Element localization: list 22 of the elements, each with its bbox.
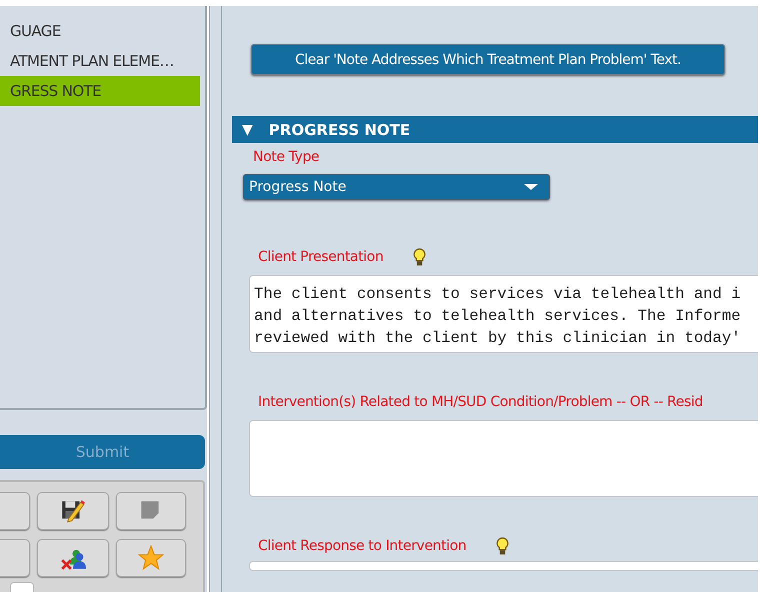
section-title: PROGRESS NOTE	[268, 120, 410, 138]
panel-splitter[interactable]	[209, 6, 222, 592]
edit-document-icon	[60, 498, 86, 524]
text-area[interactable]	[249, 561, 758, 571]
field-label: Note Type	[253, 149, 320, 165]
field-label: Client Presentation	[258, 249, 384, 265]
sidebar-item[interactable]: ATMENT PLAN ELEME…	[0, 46, 200, 76]
dropdown[interactable]: Progress Note	[243, 174, 550, 200]
lightbulb-icon[interactable]	[413, 248, 426, 266]
toolbar-button[interactable]	[37, 539, 109, 577]
lightbulb-icon[interactable]	[496, 536, 510, 556]
text-area[interactable]	[249, 420, 758, 497]
field-label: Intervention(s) Related to MH/SUD Condition/Problem -- OR -- Resid	[258, 394, 703, 410]
text-area[interactable]: The client consents to services via telehealth and i and alternatives to telehealth services. The Informe reviewed with the client by this clinician in today'	[249, 275, 758, 353]
sidebar-item[interactable]: GRESS NOTE	[0, 76, 200, 106]
clear-text-button[interactable]: Clear 'Note Addresses Which Treatment Plan Problem' Text.	[251, 44, 725, 75]
collapse-toggle[interactable]: ▼	[242, 122, 253, 138]
section-header[interactable]: ▼ PROGRESS NOTE	[232, 116, 758, 143]
field-label: Client Response to Intervention	[258, 538, 466, 554]
sidebar-item[interactable]: GUAGE	[0, 16, 200, 46]
toolbar-button[interactable]	[37, 492, 109, 530]
star-icon	[138, 545, 164, 571]
